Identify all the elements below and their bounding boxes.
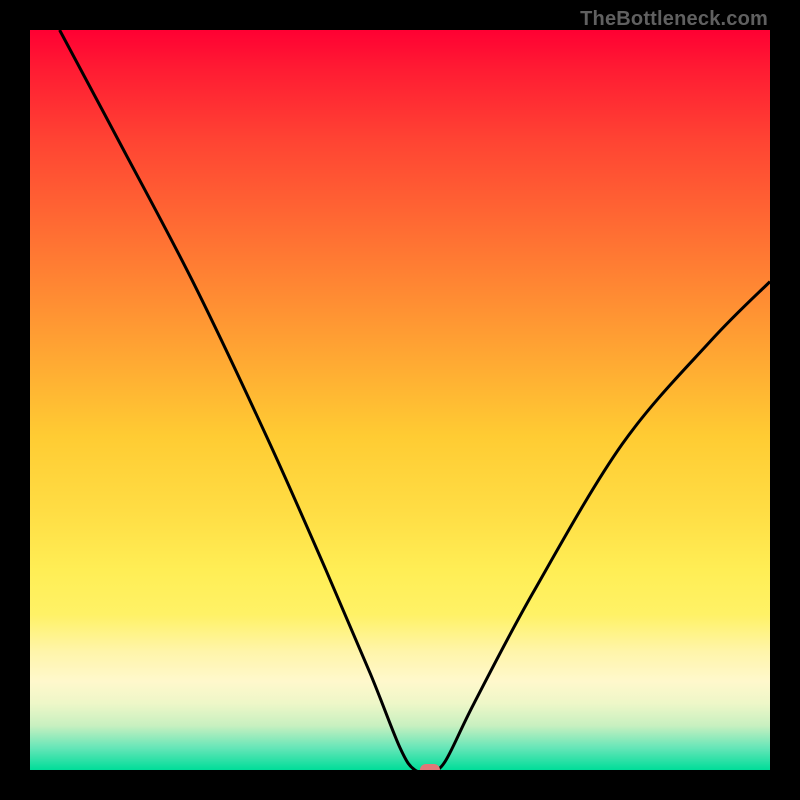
selected-point-marker xyxy=(420,764,440,770)
curve-path xyxy=(60,30,770,770)
plot-area xyxy=(30,30,770,770)
credit-text: TheBottleneck.com xyxy=(580,8,768,31)
bottleneck-curve xyxy=(30,30,770,770)
chart-frame: TheBottleneck.com xyxy=(0,0,800,800)
